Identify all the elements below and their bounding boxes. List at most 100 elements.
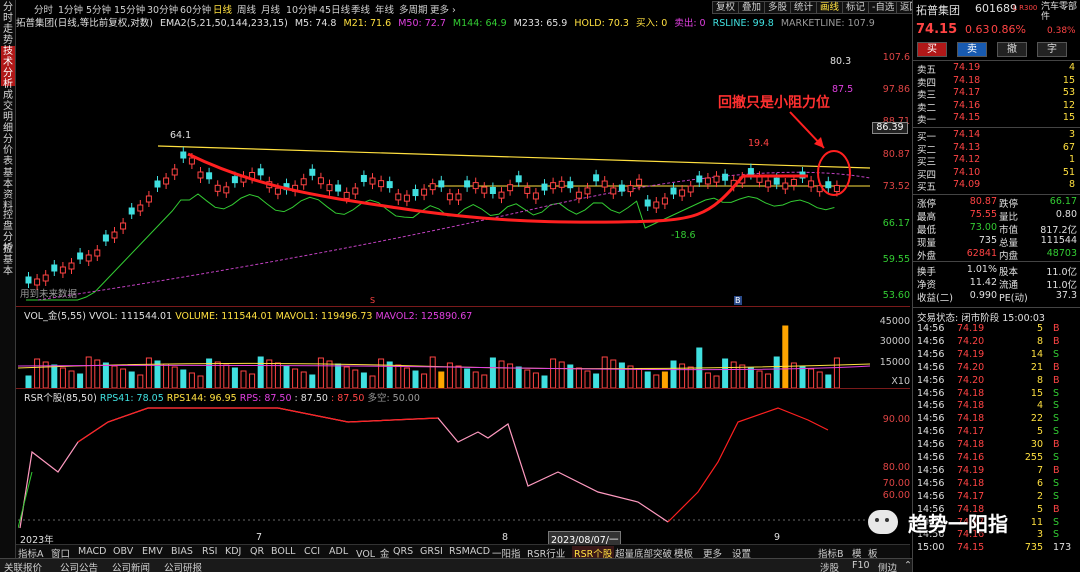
volume-bar (429, 356, 436, 388)
tick-row: 14:56 74.19 14 S (913, 349, 1080, 361)
mark-button[interactable]: 标记 (842, 1, 870, 14)
buy-button[interactable]: 买 (917, 42, 947, 57)
bid-row[interactable]: 买二 74.13 67 (913, 142, 1080, 156)
candle-body (507, 184, 514, 192)
tick-side: B (1053, 439, 1060, 451)
ask-row[interactable]: 卖四 74.18 15 (913, 75, 1080, 89)
volume-bar (85, 356, 92, 388)
indicator-tab[interactable]: QRS (393, 546, 413, 557)
period-5min[interactable]: 5分钟 (86, 2, 111, 16)
candle-body (317, 177, 324, 185)
price-change: 0.63 (965, 23, 990, 36)
bid-price: 74.12 (953, 154, 981, 165)
indicator-tab[interactable]: CCI (304, 546, 320, 557)
indicator-tab[interactable]: ADL (329, 546, 348, 557)
indicator-tab[interactable]: OBV (113, 546, 133, 557)
stat-value: 62841 (966, 248, 997, 259)
indicator-tab[interactable]: BIAS (171, 546, 193, 557)
status-news[interactable]: 公司新闻 (112, 560, 150, 572)
draw-line-button[interactable]: 画线 (816, 1, 844, 14)
period-fenshi[interactable]: 分时 (34, 2, 53, 16)
volume-bar (593, 373, 600, 388)
period-weekly[interactable]: 周线 (237, 2, 256, 16)
period-45day[interactable]: 45日线 (319, 2, 350, 16)
sector-name[interactable]: 汽车零部件 (1041, 2, 1080, 22)
tab-fundamentals[interactable]: 基本资料 (1, 168, 15, 212)
multi-stock-button[interactable]: 多股 (764, 1, 792, 14)
volume-bar (25, 375, 32, 388)
cancel-order-button[interactable]: 撤 (997, 42, 1027, 57)
tick-side: S (1053, 490, 1060, 502)
period-10min[interactable]: 10分钟 (286, 2, 317, 16)
indicator-tab[interactable]: GRSI (420, 546, 443, 557)
callout-text: 回撤只是小阻力位 (718, 95, 830, 111)
indicator-tab[interactable]: BOLL (271, 546, 295, 557)
bid-volume: 51 (1062, 166, 1075, 178)
volume-bar (240, 370, 247, 388)
ask-row[interactable]: 卖二 74.16 12 (913, 100, 1080, 114)
tick-row: 14:56 74.20 8 B (913, 336, 1080, 348)
tab-trades[interactable]: 成交明细 (1, 90, 15, 134)
tick-volume: 14 (1030, 348, 1043, 360)
indicator-tab[interactable]: RSMACD (449, 546, 490, 557)
status-reports[interactable]: 公司研报 (164, 560, 202, 572)
period-15min[interactable]: 15分钟 (114, 2, 145, 16)
overlay-button[interactable]: 叠加 (738, 1, 766, 14)
bid-row[interactable]: 买五 74.09 8 (913, 179, 1080, 193)
tab-fenshi[interactable]: 分时走势 (1, 2, 15, 52)
add-watchlist-button[interactable]: -自选 (868, 1, 899, 14)
stock-name: 拓普集团 (916, 4, 960, 17)
period-1min[interactable]: 1分钟 (58, 2, 83, 16)
tick-volume: 5 (1036, 323, 1043, 334)
tick-price: 74.20 (957, 361, 985, 373)
bid-row[interactable]: 买四 74.10 51 (913, 166, 1080, 181)
volume-bar (137, 374, 144, 388)
volume-bar (833, 357, 840, 388)
volume-tick: 30000 (879, 336, 910, 347)
more-trade-button[interactable]: 字 (1037, 42, 1067, 57)
ask-row[interactable]: 卖一 74.15 15 (913, 112, 1080, 126)
period-daily[interactable]: 日线 (213, 2, 232, 16)
candle-body (670, 187, 677, 195)
indicator-tab[interactable]: KDJ (225, 546, 241, 557)
indicator-tab[interactable]: EMV (142, 546, 163, 557)
tick-row: 14:56 74.18 4 S (913, 400, 1080, 412)
price-chart[interactable]: 64.1 19.4 -18.6 80.3 87.5 回撤只是小阻力位 用到未来数… (18, 28, 870, 308)
tab-technical[interactable]: 技术分析 (1, 46, 15, 90)
status-expand-icon[interactable]: ⌃ (904, 560, 912, 571)
indicator-tab[interactable]: RSI (202, 546, 217, 557)
ask-row[interactable]: 卖五 74.19 4 (913, 62, 1080, 76)
bid-row[interactable]: 买一 74.14 3 (913, 129, 1080, 143)
period-60min[interactable]: 60分钟 (180, 2, 211, 16)
status-sidebar[interactable]: 侧边 (878, 560, 897, 572)
period-year[interactable]: 年线 (375, 2, 394, 16)
indicator-tab[interactable]: QR (250, 546, 264, 557)
drawn-curve (187, 152, 808, 224)
stat-label: 流通 (999, 280, 1019, 291)
date-august: 8 (502, 532, 509, 543)
status-f10[interactable]: F10 (852, 560, 870, 571)
stats-button[interactable]: 统计 (790, 1, 818, 14)
status-announcements[interactable]: 公司公告 (60, 560, 98, 572)
rsr-chart[interactable] (18, 402, 870, 530)
bid-row[interactable]: 买三 74.12 1 (913, 154, 1080, 168)
period-more[interactable]: 更多 › (430, 2, 456, 16)
period-quarter[interactable]: 季线 (351, 2, 370, 16)
volume-bar (68, 370, 75, 388)
period-monthly[interactable]: 月线 (261, 2, 280, 16)
rsr-svg (18, 407, 870, 529)
ask-row[interactable]: 卖三 74.17 53 (913, 87, 1080, 101)
volume-chart[interactable] (18, 320, 870, 388)
sell-button[interactable]: 卖 (957, 42, 987, 57)
adjust-button[interactable]: 复权 (712, 1, 740, 14)
tab-control-basic[interactable]: 控基本 (1, 244, 15, 278)
ask-volume: 4 (1068, 62, 1075, 73)
candle-body (825, 181, 832, 189)
tab-price-table[interactable]: 分价表 (1, 134, 15, 167)
indicator-tab[interactable]: MACD (78, 546, 106, 557)
date-axis: 2023年 7 8 2023/08/07/一 9 (16, 531, 910, 547)
period-30min[interactable]: 30分钟 (147, 2, 178, 16)
status-quote-link[interactable]: 关联报价 (4, 560, 42, 572)
status-stock-link[interactable]: 涉股 (820, 560, 839, 572)
period-multi[interactable]: 多周期 (399, 2, 428, 16)
